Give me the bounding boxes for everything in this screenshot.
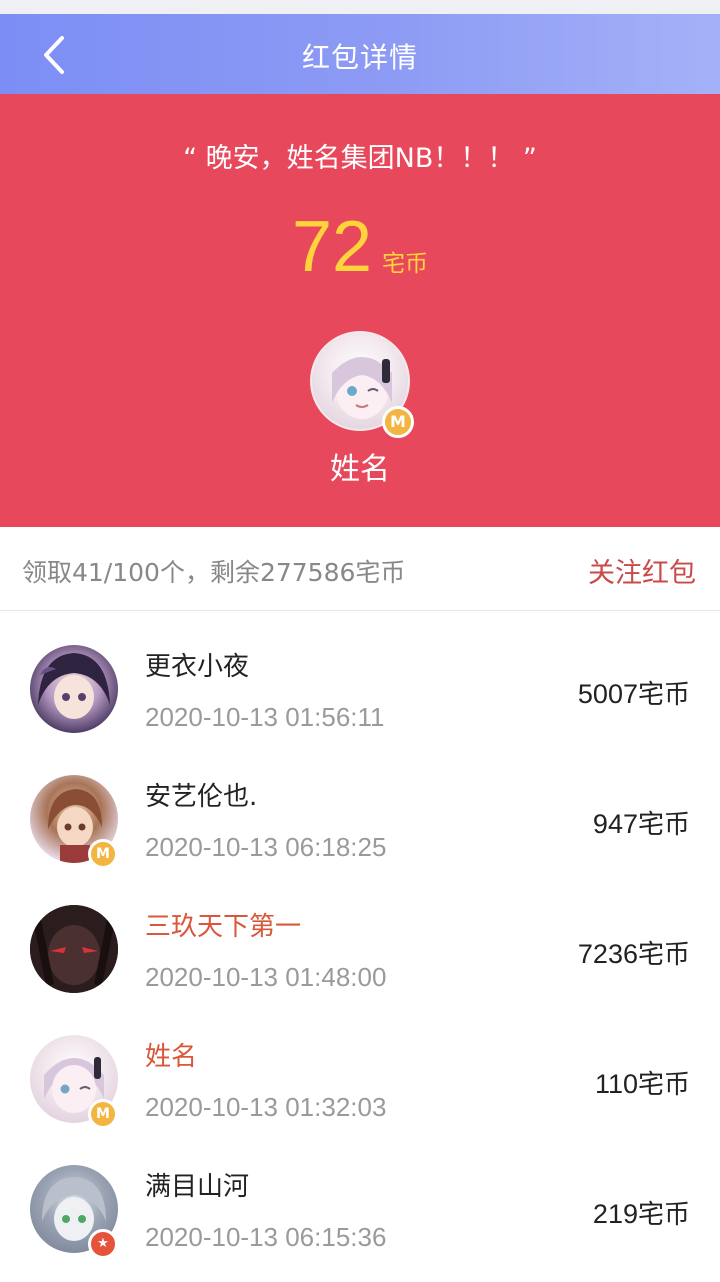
red-packet-hero: “ 晚安，姓名集团NB！！！ ” 72 宅币 M 姓名 — [0, 94, 720, 527]
member-badge-icon: M — [88, 839, 118, 869]
record-time: 2020-10-13 06:15:36 — [145, 1222, 387, 1252]
amount-value: 72 — [291, 207, 373, 287]
record-time: 2020-10-13 01:56:11 — [145, 702, 385, 732]
avatar[interactable] — [30, 645, 118, 733]
member-badge-icon: M — [88, 1099, 118, 1129]
record-time: 2020-10-13 06:18:25 — [145, 832, 387, 862]
claim-summary-text: 领取41/100个，剩余277586宅币 — [22, 558, 406, 587]
record-user-name: 姓名 — [145, 1042, 198, 1072]
sender-name: 姓名 — [330, 452, 390, 487]
amount-unit: 宅币 — [382, 251, 429, 277]
list-item[interactable]: M 安艺伦也. 2020-10-13 06:18:25 947宅币 — [0, 742, 720, 872]
record-user-name: 三玖天下第一 — [145, 912, 302, 942]
avatar-illustration — [30, 905, 118, 993]
record-amount: 219宅币 — [592, 1199, 690, 1230]
record-user-name: 满目山河 — [145, 1172, 250, 1202]
list-item[interactable]: M 姓名 2020-10-13 01:32:03 110宅币 — [0, 1002, 720, 1132]
member-badge-icon: M — [382, 406, 414, 438]
record-amount: 7236宅币 — [577, 939, 690, 970]
follow-red-packet-button[interactable]: 关注红包 — [588, 551, 696, 590]
record-user-name: 安艺伦也. — [145, 782, 258, 812]
record-amount: 5007宅币 — [577, 679, 690, 710]
received-amount: 72 宅币 — [0, 206, 720, 288]
claim-record-list: 更衣小夜 2020-10-13 01:56:11 5007宅币 M 安艺伦也. … — [0, 612, 720, 1262]
record-user-name: 更衣小夜 — [145, 652, 250, 682]
record-time: 2020-10-13 01:48:00 — [145, 962, 387, 992]
record-amount: 110宅币 — [594, 1069, 690, 1100]
greeting-message: “ 晚安，姓名集团NB！！！ ” — [183, 143, 537, 174]
page-title: 红包详情 — [301, 41, 418, 74]
list-item[interactable]: 更衣小夜 2020-10-13 01:56:11 5007宅币 — [0, 612, 720, 742]
star-icon: ★ — [88, 1229, 118, 1259]
header-bar: 红包详情 — [0, 14, 720, 94]
avatar-illustration — [38, 653, 110, 719]
status-bar — [0, 0, 720, 14]
record-amount: 947宅币 — [592, 809, 690, 840]
claim-summary: 领取41/100个，剩余277586宅币 关注红包 — [0, 527, 720, 611]
avatar[interactable] — [30, 905, 118, 993]
record-time: 2020-10-13 01:32:03 — [145, 1092, 387, 1122]
list-item[interactable]: ★ 满目山河 2020-10-13 06:15:36 219宅币 — [0, 1132, 720, 1262]
list-item[interactable]: 三玖天下第一 2020-10-13 01:48:00 7236宅币 — [0, 872, 720, 1002]
